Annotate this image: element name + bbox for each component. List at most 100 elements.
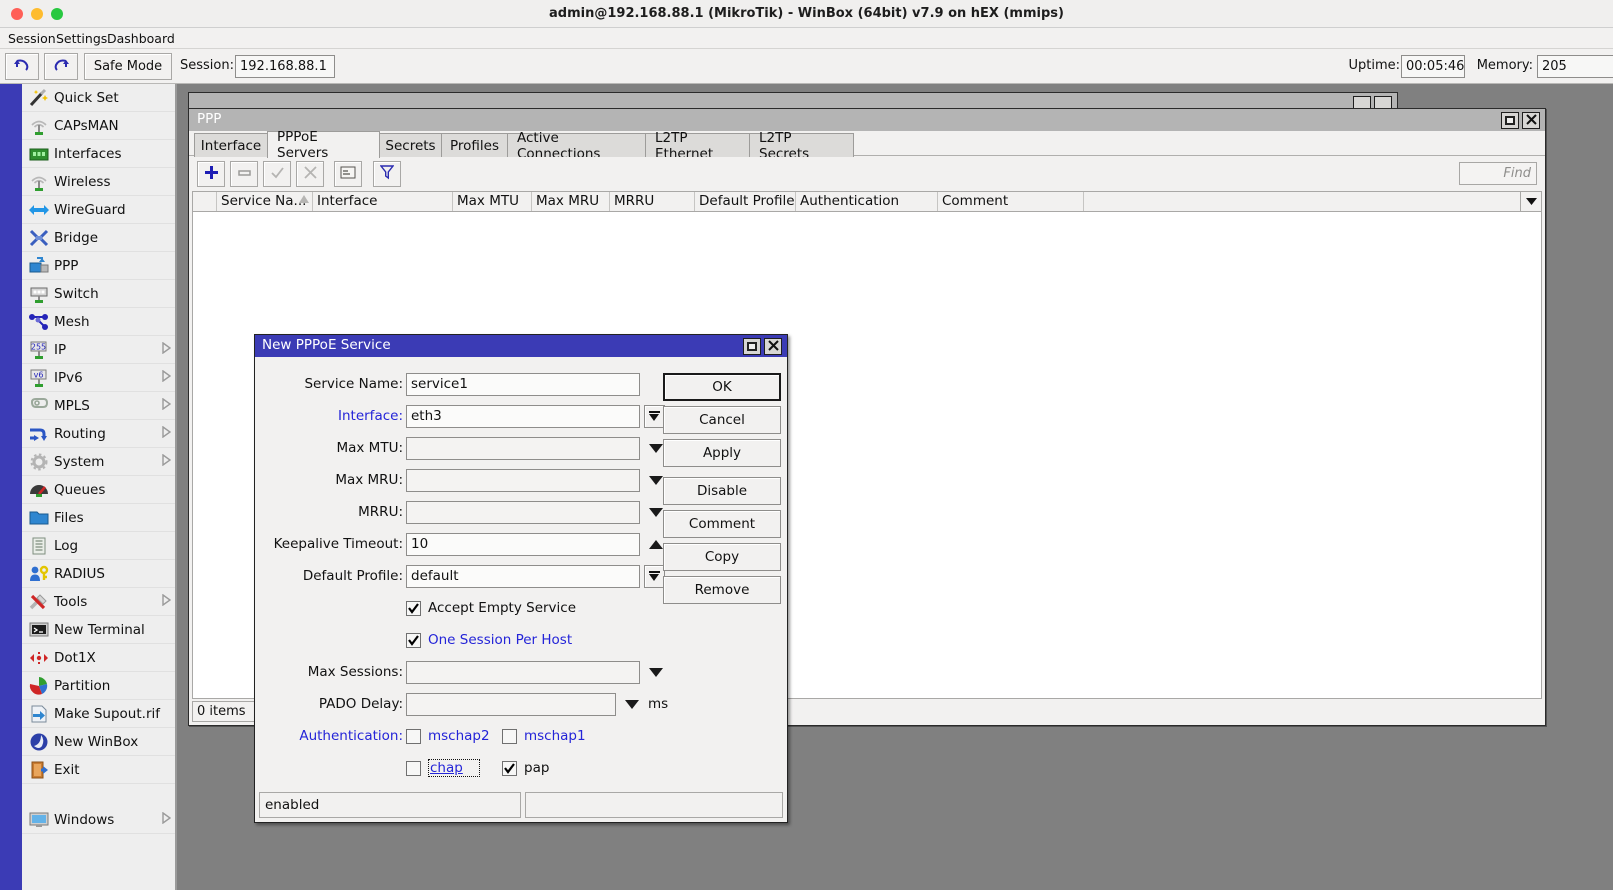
column-header-max-mtu[interactable]: Max MTU: [453, 192, 532, 211]
sidebar-item-queues[interactable]: Queues: [22, 476, 175, 504]
tab-pppoe-servers[interactable]: PPPoE Servers: [267, 129, 380, 161]
sidebar-item-ipv6[interactable]: v6 IPv6: [22, 364, 175, 392]
checkbox-mschap2[interactable]: mschap2: [406, 725, 490, 747]
sidebar-item-log[interactable]: Log: [22, 532, 175, 560]
column-header-interface[interactable]: Interface: [313, 192, 453, 211]
column-header-service-na[interactable]: Service Na...: [217, 192, 313, 211]
ppp-close-button[interactable]: [1522, 112, 1540, 129]
checkbox-box[interactable]: [406, 632, 421, 648]
sidebar-item-capsman[interactable]: CAPsMAN: [22, 112, 175, 140]
menu-dashboard[interactable]: Dashboard: [103, 30, 179, 47]
checkbox-box[interactable]: [502, 728, 517, 744]
ppp-restore-button[interactable]: [1501, 112, 1519, 129]
sidebar-item-files[interactable]: Files: [22, 504, 175, 532]
ppp-titlebar[interactable]: PPP: [189, 109, 1545, 131]
sidebar-item-exit[interactable]: Exit: [22, 756, 175, 784]
sidebar-item-system[interactable]: System: [22, 448, 175, 476]
remove-button[interactable]: Remove: [663, 576, 781, 604]
disable-button[interactable]: Disable: [663, 477, 781, 505]
session-address-field[interactable]: 192.168.88.1: [235, 55, 335, 78]
tab-active-connections[interactable]: Active Connections: [507, 130, 646, 162]
dropdown-arrow-icon[interactable]: [649, 508, 663, 517]
sidebar-item-bridge[interactable]: Bridge: [22, 224, 175, 252]
dropdown-arrow-icon[interactable]: [649, 476, 663, 485]
sidebar-item-wireguard[interactable]: WireGuard: [22, 196, 175, 224]
sidebar-item-quick-set[interactable]: Quick Set: [22, 84, 175, 112]
field-input-pado-delay[interactable]: [406, 693, 616, 716]
sidebar-item-mesh[interactable]: Mesh: [22, 308, 175, 336]
dialog-restore-button[interactable]: [743, 338, 761, 355]
column-header-max-mru[interactable]: Max MRU: [532, 192, 610, 211]
tab-profiles[interactable]: Profiles: [441, 133, 508, 157]
column-header-authentication[interactable]: Authentication: [796, 192, 938, 211]
dropdown-arrow-icon[interactable]: [649, 668, 663, 677]
tab-secrets[interactable]: Secrets: [379, 133, 442, 157]
cross-icon: [303, 165, 318, 184]
sidebar-item-dot1x[interactable]: Dot1X: [22, 644, 175, 672]
sidebar-item-radius[interactable]: RADIUS: [22, 560, 175, 588]
tab-l2tp-secrets[interactable]: L2TP Secrets: [749, 130, 854, 162]
restore-icon: [747, 342, 757, 351]
sidebar-item-make-supout-rif[interactable]: Make Supout.rif: [22, 700, 175, 728]
checkbox-mschap1[interactable]: mschap1: [502, 725, 586, 747]
dropdown-arrow-icon[interactable]: [625, 700, 639, 709]
cancel-button[interactable]: Cancel: [663, 406, 781, 434]
undo-button[interactable]: [5, 53, 39, 80]
checkbox-box[interactable]: [406, 728, 421, 744]
safe-mode-button[interactable]: Safe Mode: [84, 53, 172, 80]
enable-button[interactable]: [263, 161, 291, 187]
spinner-up-icon[interactable]: [649, 540, 663, 549]
dropdown-button[interactable]: [644, 405, 665, 428]
field-input-service-name[interactable]: service1: [406, 373, 640, 396]
column-menu-button[interactable]: [1520, 191, 1542, 212]
field-input-max-mru[interactable]: [406, 469, 640, 492]
add-button[interactable]: [197, 161, 225, 187]
checkbox-one-session-per-host[interactable]: One Session Per Host: [406, 629, 572, 651]
dropdown-button[interactable]: [644, 565, 665, 588]
sidebar-item-new-winbox[interactable]: New WinBox: [22, 728, 175, 756]
sidebar-item-partition[interactable]: Partition: [22, 672, 175, 700]
copy-button[interactable]: Copy: [663, 543, 781, 571]
sidebar-item-ppp[interactable]: PPP: [22, 252, 175, 280]
sidebar-item-windows[interactable]: Windows: [22, 806, 175, 834]
field-input-max-mtu[interactable]: [406, 437, 640, 460]
dialog-titlebar[interactable]: New PPPoE Service: [255, 335, 787, 357]
find-input[interactable]: Find: [1459, 162, 1537, 185]
checkbox-pap[interactable]: pap: [502, 757, 549, 779]
terminal-icon: [24, 618, 54, 642]
column-header-mrru[interactable]: MRRU: [610, 192, 695, 211]
redo-button[interactable]: [44, 53, 78, 80]
checkbox-box[interactable]: [502, 760, 517, 776]
checkbox-box[interactable]: [406, 760, 421, 776]
comment-button[interactable]: Comment: [663, 510, 781, 538]
checkbox-accept-empty-service[interactable]: Accept Empty Service: [406, 597, 576, 619]
sidebar-item-new-terminal[interactable]: New Terminal: [22, 616, 175, 644]
checkbox-chap[interactable]: chap: [406, 757, 480, 779]
dialog-close-button[interactable]: [764, 338, 782, 355]
dropdown-arrow-icon[interactable]: [649, 444, 663, 453]
disable-button[interactable]: [296, 161, 324, 187]
sidebar-item-tools[interactable]: Tools: [22, 588, 175, 616]
field-input-keepalive-timeout[interactable]: 10: [406, 533, 640, 556]
column-header-comment[interactable]: Comment: [938, 192, 1084, 211]
sidebar-item-routing[interactable]: Routing: [22, 420, 175, 448]
sidebar-item-ip[interactable]: 255 IP: [22, 336, 175, 364]
sidebar-item-interfaces[interactable]: Interfaces: [22, 140, 175, 168]
sidebar-item-switch[interactable]: Switch: [22, 280, 175, 308]
sidebar-item-mpls[interactable]: MPLS: [22, 392, 175, 420]
checkbox-box[interactable]: [406, 600, 421, 616]
remove-button[interactable]: [230, 161, 258, 187]
field-input-default-profile[interactable]: default: [406, 565, 640, 588]
apply-button[interactable]: Apply: [663, 439, 781, 467]
field-input-mrru[interactable]: [406, 501, 640, 524]
sidebar-item-label: MPLS: [54, 397, 90, 414]
field-input-max-sessions[interactable]: [406, 661, 640, 684]
filter-button[interactable]: [373, 161, 401, 187]
column-header-default-profile[interactable]: Default Profile: [695, 192, 796, 211]
field-input-interface[interactable]: eth3: [406, 405, 640, 428]
sidebar-item-wireless[interactable]: Wireless: [22, 168, 175, 196]
tab-l2tp-ethernet[interactable]: L2TP Ethernet: [645, 130, 750, 162]
tab-interface[interactable]: Interface: [194, 133, 268, 157]
comment-button[interactable]: [334, 161, 362, 187]
ok-button[interactable]: OK: [663, 373, 781, 401]
